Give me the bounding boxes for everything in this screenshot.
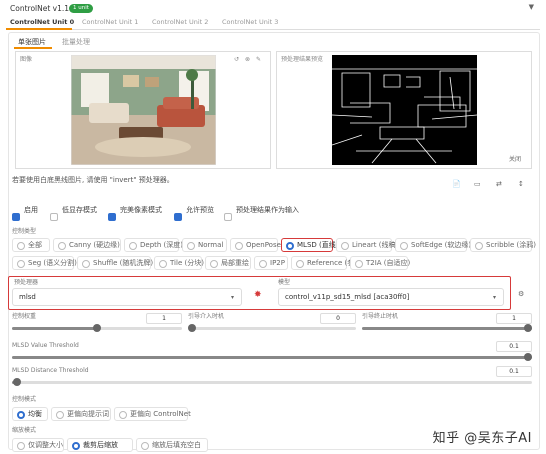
- enable-checkbox[interactable]: [12, 213, 20, 221]
- control-mode-label: 控制模式: [12, 396, 37, 403]
- control-type-lineart[interactable]: Lineart (线稿): [336, 238, 398, 252]
- control-type-inpaint[interactable]: 局部重绘: [205, 256, 251, 270]
- control-type-canny[interactable]: Canny (硬边缘): [53, 238, 121, 252]
- collapse-icon[interactable]: ▼: [529, 3, 534, 11]
- rotate-icon[interactable]: ↺: [234, 56, 239, 64]
- preprocessor-input-checkbox[interactable]: [224, 213, 232, 221]
- tab-batch[interactable]: 批量处理: [62, 37, 90, 47]
- control-type-seg[interactable]: Seg (语义分割): [12, 256, 77, 270]
- weight-slider[interactable]: [12, 324, 182, 332]
- tab-unit-0[interactable]: ControlNet Unit 0: [10, 18, 74, 26]
- control-type-ip2p[interactable]: IP2P: [254, 256, 288, 270]
- enable-label: 启用: [24, 206, 38, 214]
- preprocessor-select[interactable]: mlsd ▾: [12, 288, 242, 306]
- active-tab-indicator: [6, 28, 72, 30]
- low-vram-label: 低显存模式: [62, 206, 97, 214]
- option-allow-preview[interactable]: 允许预览: [174, 206, 214, 225]
- option-enable[interactable]: 启用: [12, 206, 38, 225]
- control-type-shuffle[interactable]: Shuffle (随机洗牌): [77, 256, 153, 270]
- end-step-label: 引导终止时机: [362, 313, 399, 320]
- document-icon[interactable]: 📄: [452, 180, 461, 188]
- control-type-normal[interactable]: Normal: [182, 238, 227, 252]
- control-type-tile[interactable]: Tile (分块): [154, 256, 204, 270]
- swap-icon[interactable]: ⇄: [496, 180, 502, 188]
- resize-mode-just-resize[interactable]: 仅调整大小: [12, 438, 64, 452]
- preprocessor-input-label: 预处理结果作为输入: [236, 206, 299, 214]
- mlsd-value-slider-knob[interactable]: [524, 353, 532, 361]
- allow-preview-checkbox[interactable]: [174, 213, 182, 221]
- chevron-down-icon: ▾: [231, 294, 235, 301]
- pixel-perfect-label: 完美像素模式: [120, 206, 162, 214]
- resize-mode-label: 缩放模式: [12, 427, 37, 434]
- control-type-label: 控制类型: [12, 228, 37, 235]
- mlsd-distance-input[interactable]: 0.1: [496, 366, 532, 377]
- end-step-slider-knob[interactable]: [524, 324, 532, 332]
- refresh-models-icon[interactable]: ⚙: [518, 290, 524, 298]
- units-badge: 1 unit: [69, 4, 93, 13]
- weight-label: 控制权重: [12, 313, 37, 320]
- control-type-mlsd[interactable]: MLSD (直线): [281, 238, 338, 252]
- camera-icon[interactable]: ▭: [474, 180, 481, 188]
- model-select[interactable]: control_v11p_sd15_mlsd [aca30ff0] ▾: [278, 288, 504, 306]
- input-image-box[interactable]: 图像 ↺ ⊗ ✎: [15, 51, 271, 169]
- low-vram-checkbox[interactable]: [50, 213, 58, 221]
- control-type-reference[interactable]: Reference (参考): [291, 256, 364, 270]
- mlsd-distance-slider[interactable]: [12, 378, 532, 386]
- mlsd-value-input[interactable]: 0.1: [496, 341, 532, 352]
- tab-unit-1[interactable]: ControlNet Unit 1: [82, 18, 138, 26]
- option-low-vram[interactable]: 低显存模式: [50, 206, 97, 225]
- close-preview-button[interactable]: 关闭: [509, 156, 521, 164]
- start-step-slider[interactable]: [188, 324, 356, 332]
- control-type-openpose[interactable]: OpenPose (姿态): [230, 238, 303, 252]
- control-type-scribble[interactable]: Scribble (涂鸦): [470, 238, 536, 252]
- preprocessor-label: 预处理器: [14, 279, 39, 286]
- option-preprocessor-as-input[interactable]: 预处理结果作为输入: [224, 206, 299, 225]
- tab-unit-3[interactable]: ControlNet Unit 3: [222, 18, 278, 26]
- mlsd-lines-preview: [332, 55, 477, 165]
- chevron-down-icon: ▾: [493, 294, 497, 301]
- run-preprocessor-icon[interactable]: ✸: [254, 290, 262, 300]
- clear-icon[interactable]: ⊗: [245, 56, 250, 64]
- input-image-label: 图像: [20, 56, 33, 63]
- preview-label: 预处理结果预览: [281, 56, 324, 63]
- resize-mode-crop[interactable]: 裁剪后缩放: [67, 438, 133, 452]
- start-step-slider-knob[interactable]: [188, 324, 196, 332]
- invert-hint: 若要使用白底黑线图片, 请使用 "invert" 预处理器。: [12, 176, 174, 184]
- option-pixel-perfect[interactable]: 完美像素模式: [108, 206, 162, 225]
- living-room-photo: [71, 55, 216, 165]
- mlsd-value-label: MLSD Value Threshold: [12, 342, 79, 349]
- unit-tabs: ControlNet Unit 0 ControlNet Unit 1 Cont…: [6, 17, 540, 30]
- control-type-softedge[interactable]: SoftEdge (软边缘): [395, 238, 471, 252]
- allow-preview-label: 允许预览: [186, 206, 214, 214]
- mlsd-distance-label: MLSD Distance Threshold: [12, 367, 89, 374]
- model-value: control_v11p_sd15_mlsd [aca30ff0]: [285, 293, 410, 301]
- end-step-slider[interactable]: [362, 324, 532, 332]
- control-type-t2ia[interactable]: T2IA (自适应): [350, 256, 410, 270]
- tab-unit-2[interactable]: ControlNet Unit 2: [152, 18, 208, 26]
- resize-icon[interactable]: ↕: [518, 180, 524, 188]
- start-step-input[interactable]: 0: [320, 313, 356, 324]
- subtab-indicator: [14, 47, 52, 49]
- control-type-depth[interactable]: Depth (深度): [124, 238, 183, 252]
- weight-slider-knob[interactable]: [93, 324, 101, 332]
- control-mode-prompt[interactable]: 更偏向提示词: [51, 407, 111, 421]
- end-step-input[interactable]: 1: [496, 313, 532, 324]
- control-type-all[interactable]: 全部: [12, 238, 50, 252]
- preprocessor-preview-box: 预处理结果预览 关闭: [276, 51, 532, 169]
- preprocessor-value: mlsd: [19, 293, 36, 301]
- start-step-label: 引导介入时机: [188, 313, 225, 320]
- control-mode-controlnet[interactable]: 更偏向 ControlNet: [114, 407, 191, 421]
- tab-single-image[interactable]: 单张图片: [18, 37, 46, 47]
- mlsd-value-slider[interactable]: [12, 353, 532, 361]
- watermark: 知乎 @吴东子AI: [432, 431, 532, 446]
- resize-mode-fill[interactable]: 缩放后填充空白: [136, 438, 208, 452]
- weight-input[interactable]: 1: [146, 313, 182, 324]
- edit-icon[interactable]: ✎: [256, 56, 261, 64]
- model-label: 模型: [278, 279, 291, 286]
- pixel-perfect-checkbox[interactable]: [108, 213, 116, 221]
- control-mode-balanced[interactable]: 均衡: [12, 407, 48, 421]
